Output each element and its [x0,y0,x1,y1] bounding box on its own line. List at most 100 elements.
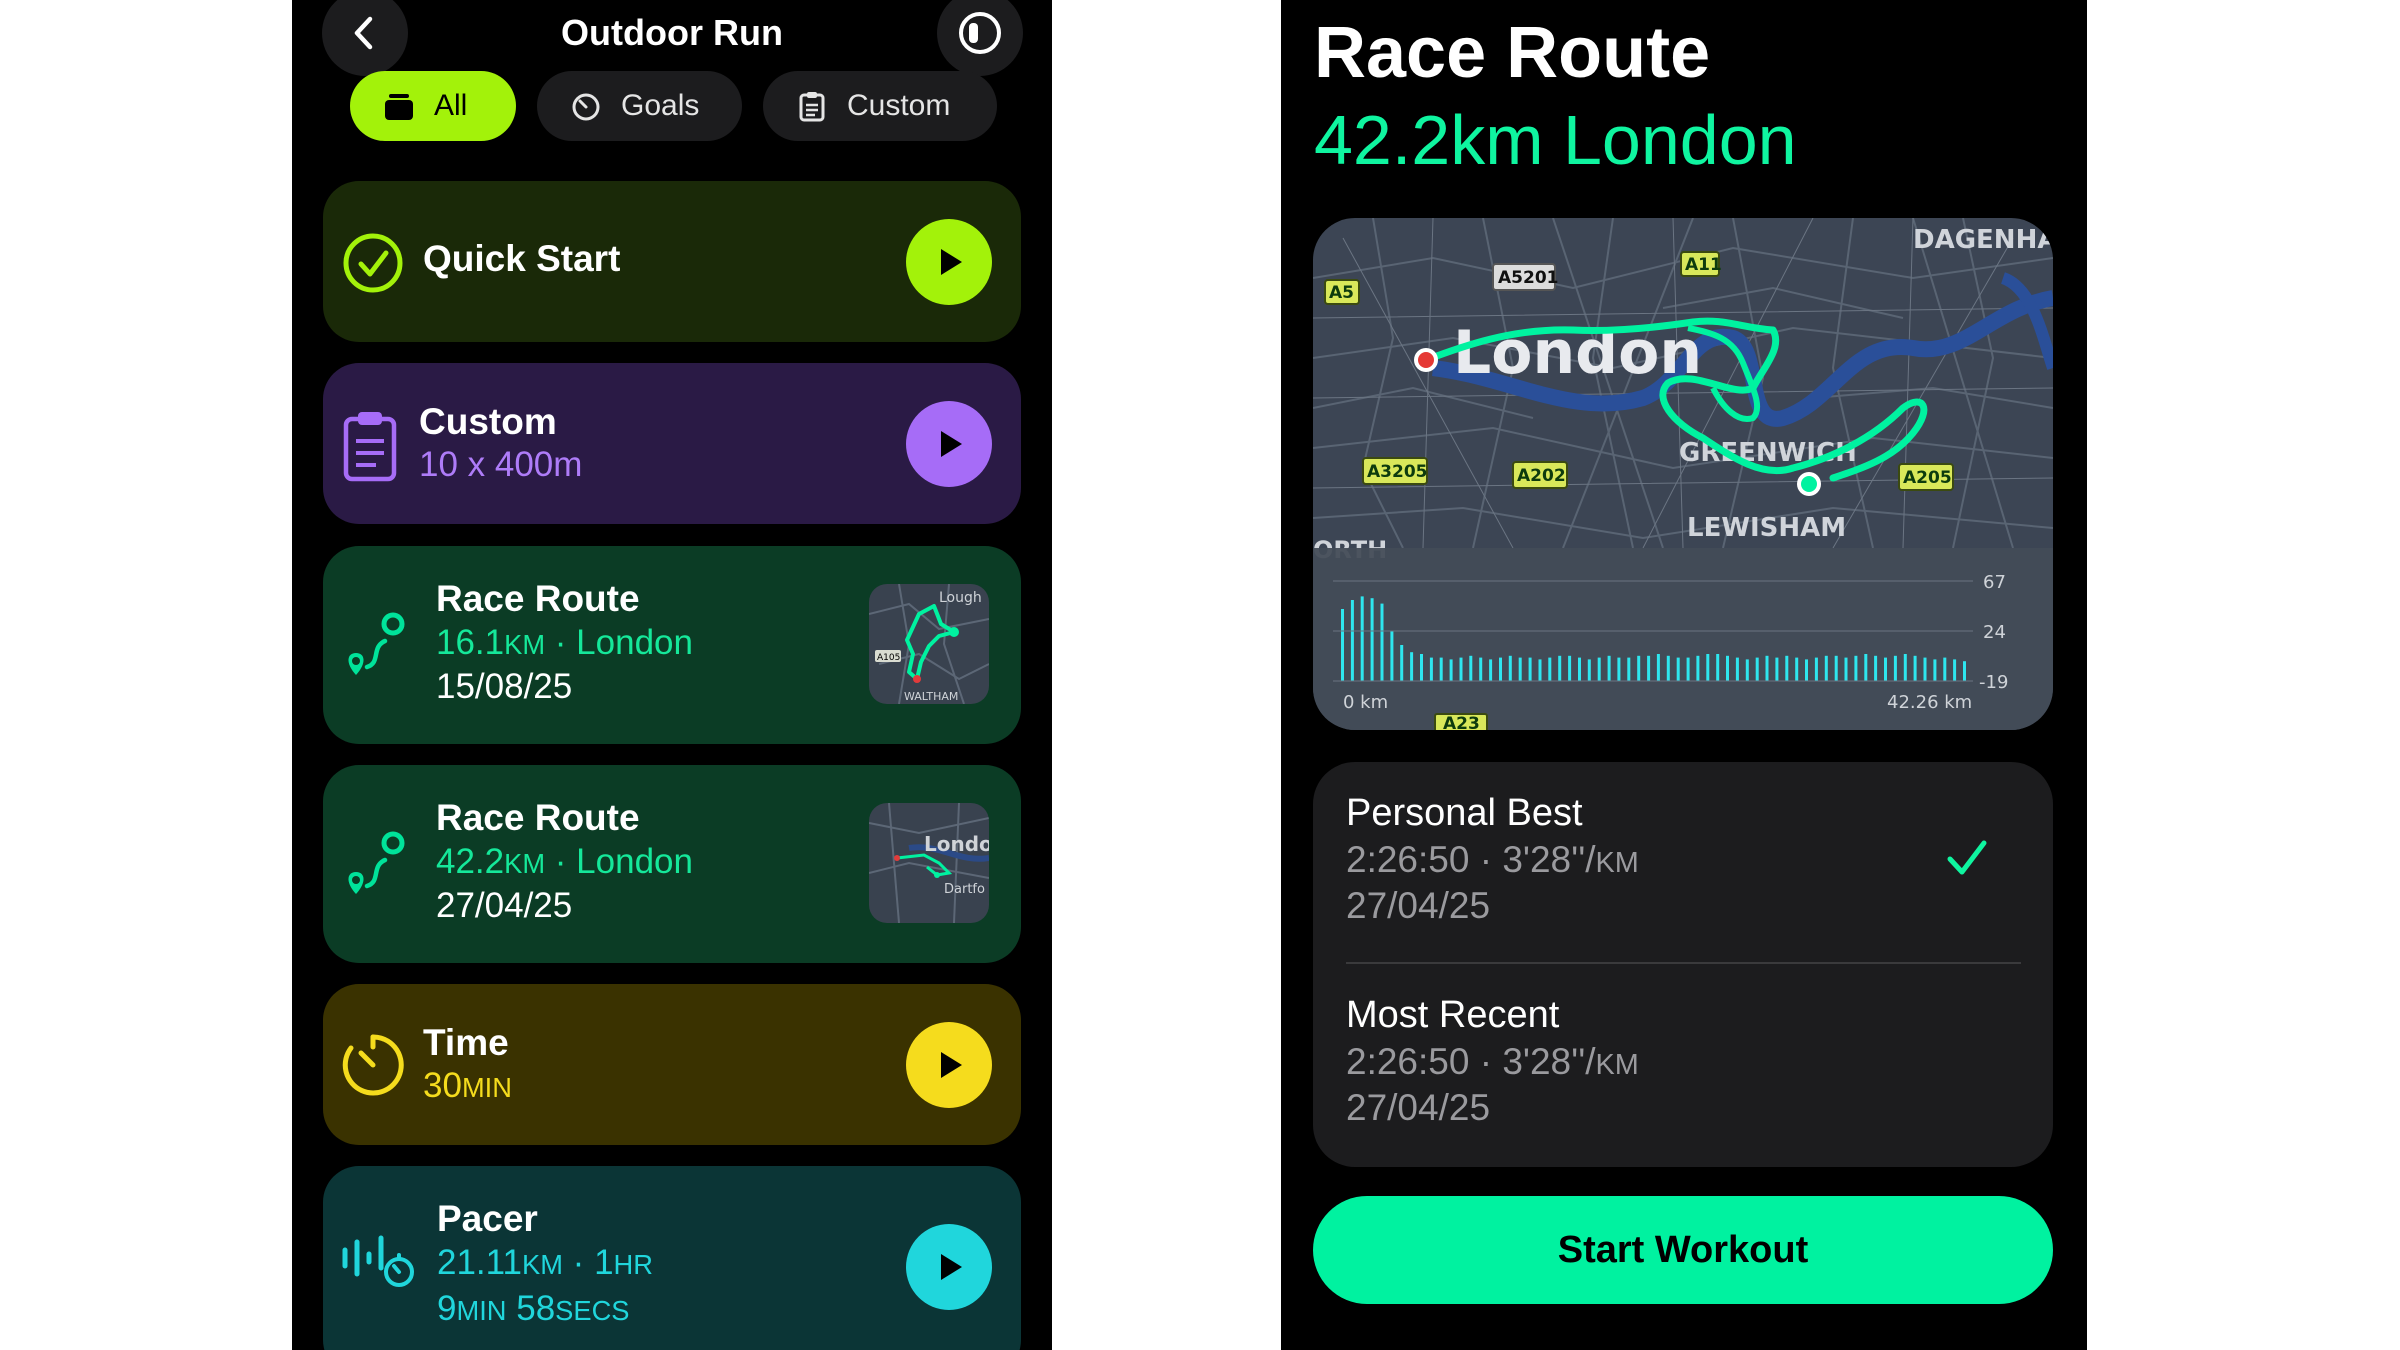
filter-custom-pill[interactable]: Custom [763,71,997,141]
elevation-bar [1953,659,1957,681]
pacer-card[interactable]: Pacer 21.11KM · 1HR 9MIN 58SECS [323,1166,1021,1350]
elevation-bar [1686,657,1690,681]
elevation-bar [1627,657,1631,681]
svg-text:A105: A105 [877,653,900,663]
elevation-bar [1923,657,1927,681]
time-play-button[interactable] [906,1022,992,1108]
elevation-bar [1597,657,1601,681]
quick-start-play-button[interactable] [906,219,992,305]
route-map[interactable]: London GREENWICH LEWISHAM DAGENHAM ORTH … [1313,218,2053,730]
elevation-bar [1370,598,1374,681]
elevation-bar [1656,654,1660,681]
elevation-bar [1735,657,1739,681]
y-tick-bottom: -19 [1979,672,2008,693]
elevation-bar [1380,603,1384,681]
elevation-bar [1844,657,1848,681]
svg-text:DAGENHAM: DAGENHAM [1913,225,2053,255]
pacer-title: Pacer [437,1198,538,1239]
custom-play-button[interactable] [906,401,992,487]
pacer-duration: 9MIN 58SECS [437,1289,630,1328]
most-recent-date: 27/04/25 [1346,1087,1491,1128]
stack-icon [382,89,416,123]
filter-all-label: All [434,89,468,122]
elevation-bar [1548,657,1552,681]
play-icon [941,249,962,275]
elevation-bar [1528,657,1532,681]
elevation-bar [1479,657,1483,681]
elevation-bar [1854,655,1858,681]
most-recent-title: Most Recent [1346,994,1560,1036]
clipboard-icon [343,412,397,482]
race-route-1-title: Race Route [436,578,640,619]
personal-best-date: 27/04/25 [1346,885,1491,926]
elevation-bar [1390,630,1394,681]
filter-all-pill[interactable]: All [350,71,516,141]
elevation-bar [1400,645,1404,681]
y-tick-top: 67 [1983,572,2006,593]
elevation-bar [1814,657,1818,681]
svg-text:A202: A202 [1517,466,1566,486]
race-route-card-1[interactable]: Race Route 16.1KM · London 15/08/25 Loug… [323,546,1021,744]
elevation-bar [1706,654,1710,681]
play-icon [941,431,962,457]
checkmark-icon [1947,840,1987,875]
filter-goals-label: Goals [621,89,700,122]
road-badge-a11: A11 [1680,251,1722,277]
elevation-bar [1578,657,1581,681]
custom-card[interactable]: Custom 10 x 400m [323,363,1021,524]
elevation-bar [1824,655,1828,681]
elevation-bar [1518,657,1522,681]
timer-icon [569,89,603,123]
quick-start-card[interactable]: Quick Start [323,181,1021,342]
svg-text:A205: A205 [1903,468,1952,488]
clipboard-icon [795,89,829,123]
pacer-icon [342,1235,414,1287]
custom-subtitle: 10 x 400m [419,445,583,484]
elevation-bar [1775,657,1779,681]
elevation-bar [1558,655,1562,681]
road-badge-a23: A23 [1434,713,1488,730]
elevation-bar [1469,655,1473,681]
elevation-bar [1676,657,1680,681]
road-badge-a3205: A3205 [1362,457,1428,485]
personal-best-title: Personal Best [1346,792,1583,834]
start-workout-button[interactable]: Start Workout [1313,1196,2053,1304]
watch-icon [959,12,1001,54]
elevation-bar [1933,659,1937,681]
elevation-bar [1429,657,1433,681]
elevation-bar [1637,655,1641,681]
elevation-bar [1360,596,1364,681]
watch-button[interactable] [937,0,1023,76]
svg-text:LEWISHAM: LEWISHAM [1687,513,1846,543]
race-route-1-date: 15/08/25 [436,667,573,706]
outdoor-run-screen: Outdoor Run All Goals Custom Quick Start… [292,0,1052,1350]
filter-goals-pill[interactable]: Goals [537,71,742,141]
svg-text:A23: A23 [1443,714,1480,730]
elevation-bar [1893,655,1897,681]
elevation-bar [1647,655,1651,681]
elevation-bar [1755,657,1759,681]
detail-title: Race Route [1314,13,1711,93]
time-title: Time [423,1022,509,1063]
pacer-play-button[interactable] [906,1224,992,1310]
elevation-bar [1587,659,1591,681]
svg-text:Dartfo: Dartfo [944,882,985,897]
elevation-bar [1499,657,1502,681]
pacer-distance-time: 21.11KM · 1HR [437,1243,653,1282]
elevation-bar [1716,654,1720,681]
detail-subtitle: 42.2km London [1314,101,1797,179]
elevation-bar [1864,654,1868,681]
elevation-bar [1508,655,1512,681]
elevation-bar [1726,655,1729,681]
x-axis-start-label: 0 km [1343,692,1388,713]
road-badge-a205: A205 [1898,463,1954,491]
custom-title: Custom [419,401,557,442]
play-icon [941,1254,962,1280]
svg-text:A5201: A5201 [1498,268,1558,288]
time-card[interactable]: Time 30MIN [323,984,1021,1145]
elevation-bar [1913,655,1917,681]
race-route-1-map-thumbnail: Lough WALTHAM A105 [869,584,989,704]
race-route-card-2[interactable]: Race Route 42.2KM · London 27/04/25 Lond… [323,765,1021,963]
race-route-1-distance: 16.1KM · London [436,623,693,662]
elevation-bar [1439,657,1443,681]
